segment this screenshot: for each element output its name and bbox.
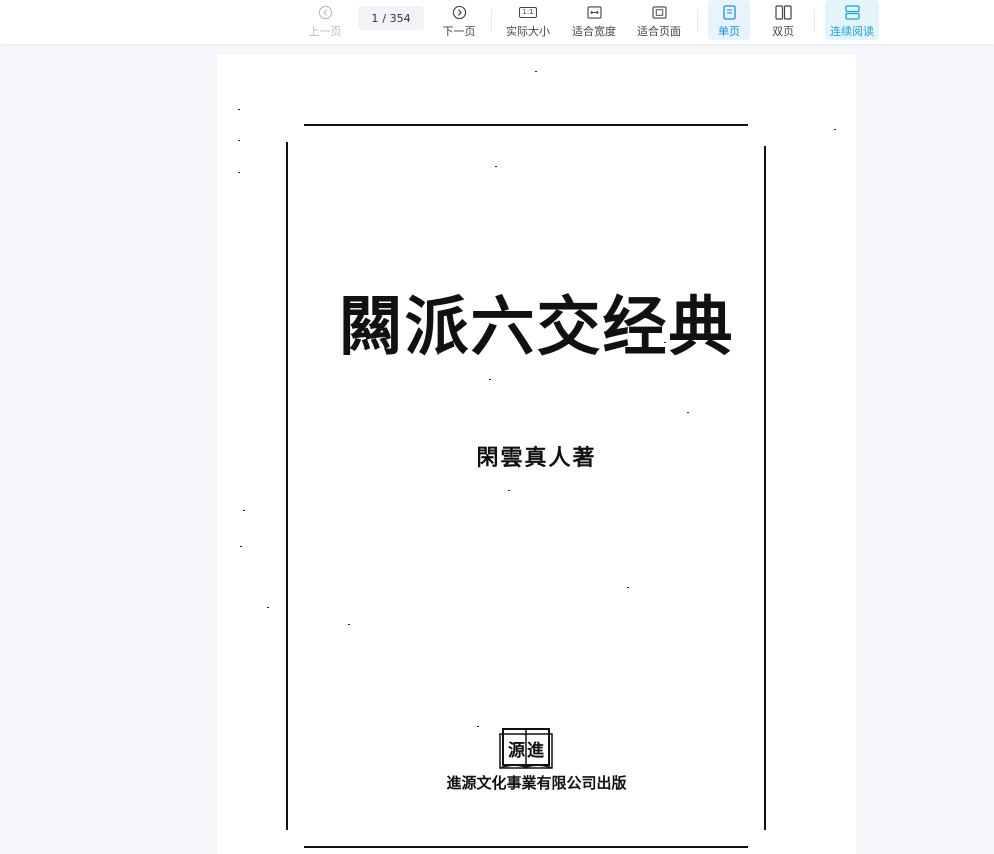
continuous-reading-icon	[844, 4, 860, 20]
scan-speck	[508, 490, 510, 491]
scan-speck	[238, 140, 240, 141]
single-page-icon	[722, 4, 736, 20]
publisher-logo: 源進	[499, 726, 553, 770]
actual-size-label: 实际大小	[506, 25, 550, 38]
toolbar-divider	[491, 10, 492, 32]
actual-size-icon: 1:1	[519, 4, 537, 20]
chevron-right-circle-icon	[452, 4, 467, 20]
actual-size-button[interactable]: 1:1 实际大小	[502, 0, 554, 40]
scan-speck	[240, 546, 242, 547]
document-page: 闗派六交经典 閑雲真人著 源進 進源文化事業有限公司出版	[217, 54, 856, 854]
fit-width-label: 适合宽度	[572, 25, 616, 38]
chevron-left-circle-icon	[318, 4, 333, 20]
next-page-button[interactable]: 下一页	[438, 0, 480, 40]
scan-speck	[535, 71, 537, 72]
fit-width-icon	[586, 4, 602, 20]
continuous-reading-button[interactable]: 连续阅读	[825, 0, 879, 40]
continuous-reading-label: 连续阅读	[830, 25, 874, 38]
toolbar-divider	[697, 10, 698, 32]
scan-speck	[495, 166, 497, 167]
scan-speck	[834, 129, 836, 130]
right-border-rule	[764, 146, 766, 830]
viewer-toolbar: 上一页 1 / 354 下一页 1:1 实际大小 适合宽度 适合页面 单页 双页…	[0, 0, 994, 44]
toolbar-divider	[814, 10, 815, 32]
fit-page-icon	[651, 4, 667, 20]
scan-speck	[238, 172, 240, 173]
top-border-rule	[304, 124, 748, 126]
scan-speck	[477, 726, 479, 727]
scan-speck	[267, 607, 269, 608]
scan-speck	[489, 379, 491, 380]
current-page-input[interactable]: 1	[371, 12, 378, 25]
single-page-label: 单页	[718, 25, 740, 38]
prev-page-button[interactable]: 上一页	[304, 0, 346, 40]
page-number-field[interactable]: 1 / 354	[358, 6, 424, 30]
double-page-label: 双页	[772, 25, 794, 38]
book-title: 闗派六交经典	[338, 290, 735, 365]
next-page-label: 下一页	[442, 25, 476, 38]
fit-page-label: 适合页面	[637, 25, 681, 38]
bottom-border-rule	[304, 846, 748, 848]
fit-page-button[interactable]: 适合页面	[633, 0, 685, 40]
prev-page-label: 上一页	[308, 25, 342, 38]
publisher-logo-text: 源進	[508, 741, 546, 761]
scan-speck	[687, 412, 689, 413]
scan-speck	[664, 342, 666, 343]
scan-speck	[243, 510, 245, 511]
total-pages: / 354	[382, 11, 411, 25]
scan-speck	[348, 624, 350, 625]
double-page-button[interactable]: 双页	[762, 0, 804, 40]
left-border-rule	[286, 142, 288, 830]
scan-speck	[238, 109, 240, 110]
fit-width-button[interactable]: 适合宽度	[568, 0, 620, 40]
single-page-button[interactable]: 单页	[708, 0, 750, 40]
publisher-name: 進源文化事業有限公司出版	[446, 774, 627, 792]
double-page-icon	[774, 4, 792, 20]
scan-speck	[627, 587, 629, 588]
book-author: 閑雲真人著	[476, 445, 597, 471]
